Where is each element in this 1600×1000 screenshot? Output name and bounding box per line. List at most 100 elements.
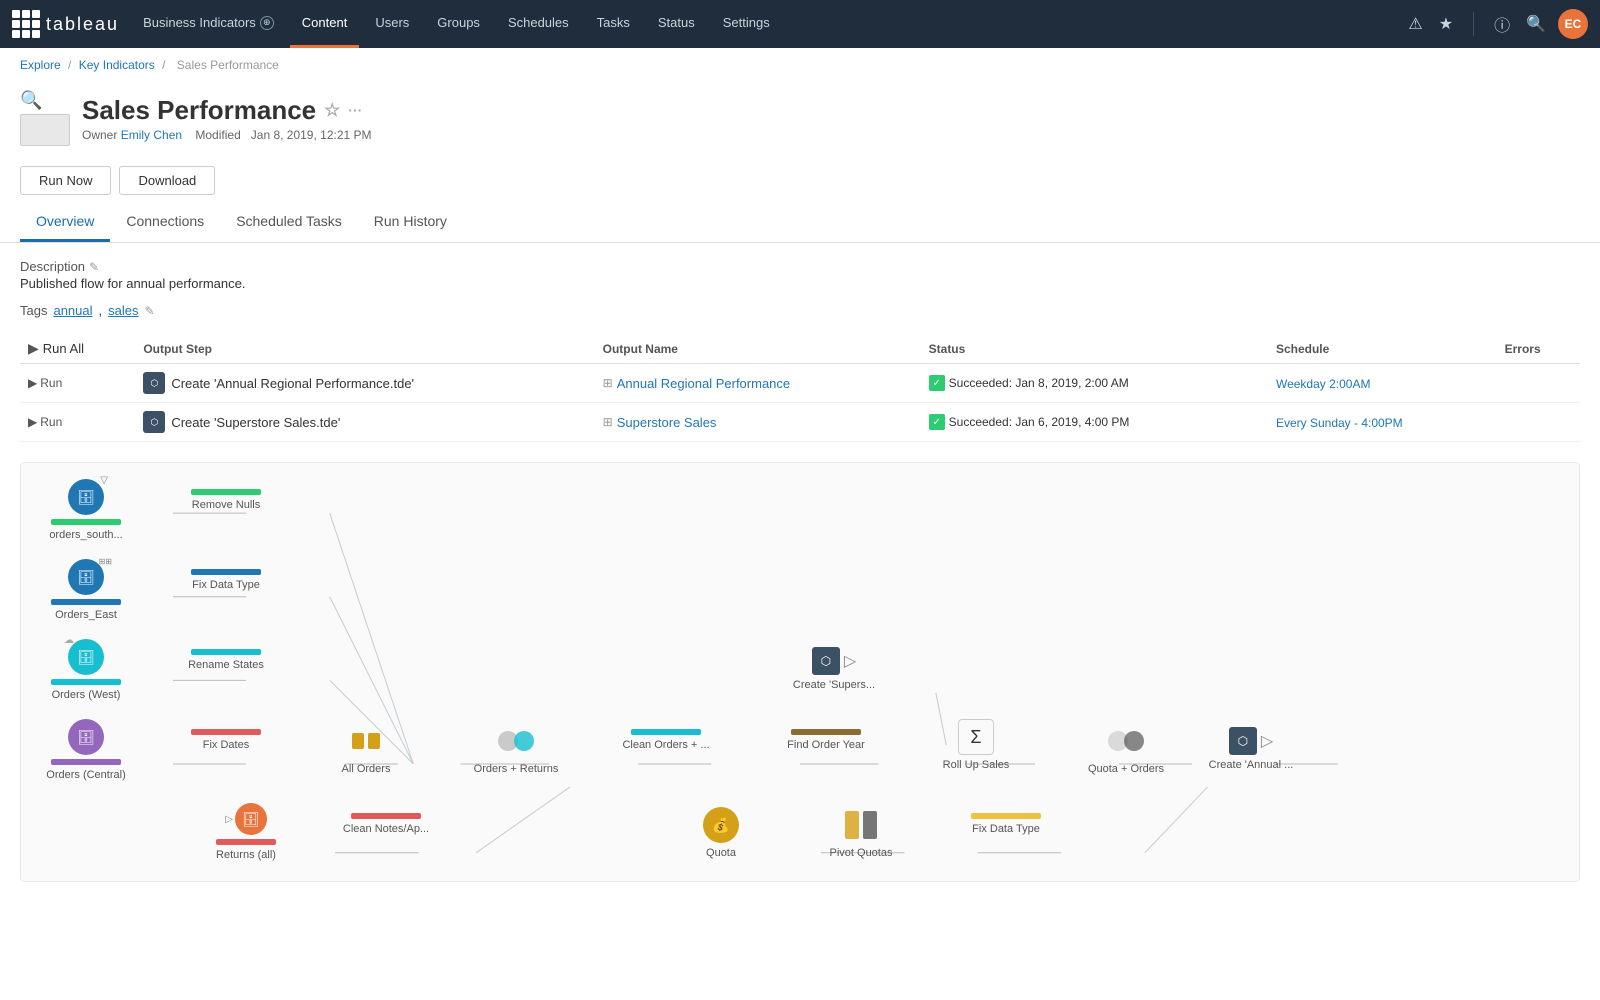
node-find-order-year[interactable]: Find Order Year bbox=[781, 719, 871, 751]
breadcrumb-current: Sales Performance bbox=[177, 58, 279, 72]
node-orders-returns-label: Orders + Returns bbox=[474, 763, 559, 775]
schedule-link-1[interactable]: Weekday 2:00AM bbox=[1276, 377, 1371, 391]
node-returns-all[interactable]: ▷ 🗄 Returns (all) bbox=[201, 803, 291, 861]
node-create-supers[interactable]: ⬡ ▷ Create 'Supers... bbox=[789, 639, 879, 691]
node-roll-up-sales[interactable]: Σ Roll Up Sales bbox=[931, 715, 1021, 771]
more-options-icon[interactable]: ··· bbox=[348, 102, 362, 118]
content-area: Description ✎ Published flow for annual … bbox=[0, 243, 1600, 898]
node-orders-central[interactable]: 🗄 Orders (Central) bbox=[41, 719, 131, 781]
output-name-link-1[interactable]: ⊞ Annual Regional Performance bbox=[603, 376, 913, 391]
tag-edit-icon[interactable]: ✎ bbox=[145, 304, 155, 318]
node-quota[interactable]: 💰 Quota bbox=[676, 803, 766, 859]
run-row-2-button[interactable]: ▶ Run bbox=[28, 415, 62, 429]
breadcrumb-key-indicators[interactable]: Key Indicators bbox=[79, 58, 155, 72]
node-rename-states[interactable]: Rename States bbox=[181, 639, 271, 671]
description-text: Published flow for annual performance. bbox=[20, 276, 1580, 291]
node-orders-west-label: Orders (West) bbox=[52, 689, 121, 701]
node-quota-orders-label: Quota + Orders bbox=[1088, 763, 1164, 775]
play-row-1-icon: ▶ bbox=[28, 376, 37, 390]
node-returns-all-label: Returns (all) bbox=[216, 849, 276, 861]
tag-sales[interactable]: sales bbox=[108, 303, 138, 318]
owner-link[interactable]: Emily Chen bbox=[121, 128, 182, 142]
col-output-step: Output Step bbox=[135, 334, 594, 364]
node-find-order-year-label: Find Order Year bbox=[787, 739, 865, 751]
node-fix-data-type-label: Fix Data Type bbox=[192, 579, 260, 591]
run-now-button[interactable]: Run Now bbox=[20, 166, 111, 195]
tags-label: Tags bbox=[20, 303, 47, 318]
node-orders-south[interactable]: 🗄 ▽ orders_south... bbox=[41, 479, 131, 541]
nav-item-status[interactable]: Status bbox=[646, 0, 707, 48]
tag-annual[interactable]: annual bbox=[53, 303, 92, 318]
node-create-annual[interactable]: ⬡ ▷ Create 'Annual ... bbox=[1206, 719, 1296, 771]
status-2: ✓ Succeeded: Jan 6, 2019, 4:00 PM bbox=[929, 414, 1260, 430]
favorites-icon[interactable]: ★ bbox=[1435, 10, 1457, 38]
node-clean-notes[interactable]: Clean Notes/Ap... bbox=[341, 803, 431, 835]
status-1: ✓ Succeeded: Jan 8, 2019, 2:00 AM bbox=[929, 375, 1260, 391]
top-navigation: tableau Business Indicators ⊕ Content Us… bbox=[0, 0, 1600, 48]
nav-item-settings[interactable]: Settings bbox=[711, 0, 782, 48]
tab-bar: Overview Connections Scheduled Tasks Run… bbox=[0, 203, 1600, 243]
user-avatar[interactable]: EC bbox=[1558, 9, 1588, 39]
nav-item-users[interactable]: Users bbox=[363, 0, 421, 48]
output-table: ▶ Run All Output Step Output Name Status… bbox=[20, 334, 1580, 442]
breadcrumb-explore[interactable]: Explore bbox=[20, 58, 61, 72]
run-row-1-button[interactable]: ▶ Run bbox=[28, 376, 62, 390]
col-schedule: Schedule bbox=[1268, 334, 1497, 364]
nav-item-content[interactable]: Content bbox=[290, 0, 360, 48]
step-icon-2: ⬡ bbox=[143, 411, 165, 433]
download-button[interactable]: Download bbox=[119, 166, 215, 195]
tab-overview[interactable]: Overview bbox=[20, 203, 110, 242]
nav-badge: ⊕ bbox=[260, 16, 274, 30]
node-remove-nulls[interactable]: Remove Nulls bbox=[181, 479, 271, 511]
node-fix-data-type2[interactable]: Fix Data Type bbox=[961, 803, 1051, 835]
schedule-link-2[interactable]: Every Sunday - 4:00PM bbox=[1276, 416, 1403, 430]
datasource-icon-1: ⊞ bbox=[603, 376, 613, 390]
tab-connections[interactable]: Connections bbox=[110, 203, 220, 242]
node-all-orders-label: All Orders bbox=[342, 763, 391, 775]
check-icon-1: ✓ bbox=[929, 375, 945, 391]
tab-scheduled-tasks[interactable]: Scheduled Tasks bbox=[220, 203, 358, 242]
description-label: Description bbox=[20, 259, 85, 274]
favorite-star-icon[interactable]: ☆ bbox=[324, 100, 340, 121]
node-orders-east[interactable]: 🗄 ⊞⊞ Orders_East bbox=[41, 559, 131, 621]
node-pivot-quotas[interactable]: Pivot Quotas bbox=[816, 803, 906, 859]
description-section: Description ✎ Published flow for annual … bbox=[20, 259, 1580, 291]
node-orders-south-label: orders_south... bbox=[49, 529, 122, 541]
alert-icon[interactable]: ⚠ bbox=[1404, 10, 1426, 38]
node-fix-dates[interactable]: Fix Dates bbox=[181, 719, 271, 751]
node-remove-nulls-label: Remove Nulls bbox=[192, 499, 260, 511]
logo-text: tableau bbox=[46, 14, 119, 35]
node-quota-label: Quota bbox=[706, 847, 736, 859]
node-clean-orders[interactable]: Clean Orders + ... bbox=[621, 719, 711, 751]
nav-item-groups[interactable]: Groups bbox=[425, 0, 492, 48]
node-fix-dates-label: Fix Dates bbox=[203, 739, 249, 751]
run-all-button[interactable]: ▶ Run All bbox=[28, 340, 84, 357]
node-pivot-quotas-label: Pivot Quotas bbox=[830, 847, 893, 859]
search-icon[interactable]: 🔍 bbox=[1522, 10, 1550, 38]
node-orders-west[interactable]: 🗄 ☁ Orders (West) bbox=[41, 639, 131, 701]
output-name-link-2[interactable]: ⊞ Superstore Sales bbox=[603, 415, 913, 430]
node-create-supers-label: Create 'Supers... bbox=[793, 679, 875, 691]
check-icon-2: ✓ bbox=[929, 414, 945, 430]
node-fix-data-type[interactable]: Fix Data Type bbox=[181, 559, 271, 591]
nav-separator bbox=[1473, 12, 1474, 36]
node-all-orders[interactable]: All Orders bbox=[321, 719, 411, 775]
modified-date: Jan 8, 2019, 12:21 PM bbox=[251, 128, 372, 142]
table-row: ▶ Run ⬡ Create 'Annual Regional Performa… bbox=[20, 364, 1580, 403]
node-rename-states-label: Rename States bbox=[188, 659, 264, 671]
tab-run-history[interactable]: Run History bbox=[358, 203, 463, 242]
page-meta: Owner Emily Chen Modified Jan 8, 2019, 1… bbox=[82, 128, 1580, 142]
description-edit-icon[interactable]: ✎ bbox=[89, 260, 99, 274]
node-quota-orders[interactable]: Quota + Orders bbox=[1081, 719, 1171, 775]
node-orders-returns[interactable]: Orders + Returns bbox=[471, 719, 561, 775]
nav-item-business-indicators[interactable]: Business Indicators ⊕ bbox=[131, 0, 286, 48]
breadcrumb-separator-1: / bbox=[68, 58, 71, 72]
info-icon[interactable]: ⓘ bbox=[1490, 8, 1514, 40]
nav-item-schedules[interactable]: Schedules bbox=[496, 0, 581, 48]
breadcrumb: Explore / Key Indicators / Sales Perform… bbox=[0, 48, 1600, 82]
nav-item-tasks[interactable]: Tasks bbox=[585, 0, 642, 48]
logo[interactable]: tableau bbox=[12, 10, 119, 38]
action-buttons: Run Now Download bbox=[0, 158, 1600, 195]
modified-label: Modified bbox=[195, 128, 240, 142]
search-small-icon: 🔍 bbox=[20, 90, 70, 111]
